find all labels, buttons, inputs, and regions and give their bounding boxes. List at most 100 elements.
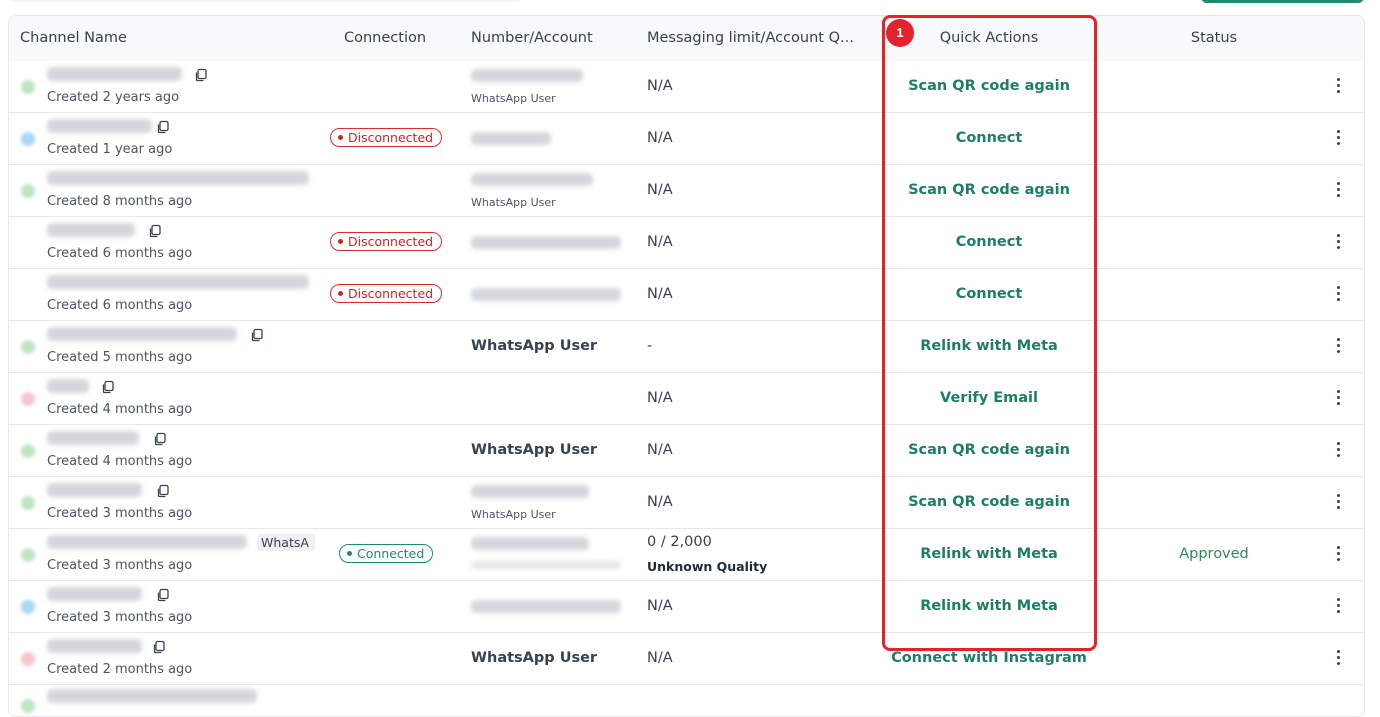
quick-action-link[interactable]: Connect <box>886 234 1092 250</box>
more-vertical-icon[interactable] <box>1335 286 1341 302</box>
header-messaging-limit[interactable]: Messaging limit/Account Q... <box>647 16 859 61</box>
more-vertical-icon[interactable] <box>1335 182 1341 198</box>
table-row-partial[interactable] <box>9 685 1364 716</box>
table-row[interactable]: Created 4 months ago N/A Verify Email <box>9 373 1364 425</box>
header-channel-name[interactable]: Channel Name <box>20 16 127 61</box>
more-vertical-icon[interactable] <box>1335 598 1341 614</box>
table-row[interactable]: Created 5 months ago WhatsApp User - Relink… <box>9 321 1364 373</box>
channel-name-redacted <box>47 119 152 133</box>
channel-created-date: Created 6 months ago <box>47 298 193 313</box>
channel-avatar <box>21 80 35 94</box>
more-vertical-icon[interactable] <box>1335 546 1341 562</box>
account-name: WhatsApp User <box>471 442 598 458</box>
quick-action-link[interactable]: Relink with Meta <box>886 338 1092 354</box>
table-row[interactable]: Created 2 years ago WhatsApp User N/A Scan … <box>9 61 1364 113</box>
channel-created-date: Created 3 months ago <box>47 610 193 625</box>
more-vertical-icon[interactable] <box>1335 234 1341 250</box>
channel-name-redacted <box>47 587 142 601</box>
quick-action-link[interactable]: Scan QR code again <box>886 442 1092 458</box>
more-vertical-icon[interactable] <box>1335 442 1341 458</box>
account-number-redacted <box>471 288 621 301</box>
add-channel-button-edge[interactable] <box>1201 0 1364 3</box>
connection-status-label: Disconnected <box>348 234 434 249</box>
channel-name-redacted <box>47 689 257 703</box>
account-number-redacted <box>471 485 589 498</box>
header-quick-actions: Quick Actions <box>939 30 1039 46</box>
header-connection[interactable]: Connection <box>344 16 426 61</box>
more-vertical-icon[interactable] <box>1335 78 1341 94</box>
more-vertical-icon[interactable] <box>1335 130 1341 146</box>
connection-status-badge: Disconnected <box>330 284 443 303</box>
quick-action-link[interactable]: Verify Email <box>886 390 1092 406</box>
header-status[interactable]: Status <box>1114 16 1314 61</box>
account-name: WhatsApp User <box>471 338 598 354</box>
quick-action-link[interactable]: Connect <box>886 130 1092 146</box>
account-number-redacted <box>471 69 583 82</box>
account-quality-label: Unknown Quality <box>647 559 768 574</box>
connection-status-label: Connected <box>357 546 425 561</box>
status-dot <box>347 551 352 556</box>
account-number-redacted <box>471 132 551 145</box>
channel-avatar <box>21 444 35 458</box>
quick-action-link[interactable]: Relink with Meta <box>886 598 1092 614</box>
table-row[interactable]: Created 8 months ago WhatsApp User N/A Scan… <box>9 165 1364 217</box>
copy-icon[interactable] <box>156 588 170 602</box>
messaging-limit-value: N/A <box>647 78 673 94</box>
channel-name-redacted <box>47 67 182 81</box>
more-vertical-icon[interactable] <box>1335 494 1341 510</box>
quick-action-link[interactable]: Scan QR code again <box>886 494 1092 510</box>
account-number-redacted <box>471 600 621 613</box>
table-row[interactable]: Created 3 months ago N/A Relink with Meta <box>9 581 1364 633</box>
messaging-limit-value: N/A <box>647 650 673 666</box>
quick-action-link[interactable]: Connect with Instagram <box>886 650 1092 666</box>
copy-icon[interactable] <box>156 484 170 498</box>
channel-name-redacted <box>47 223 135 237</box>
table-row[interactable]: Created 4 months ago WhatsApp User N/A Scan… <box>9 425 1364 477</box>
table-row[interactable]: WhatsA Created 3 months ago Connected 0 / 2… <box>9 529 1364 581</box>
channel-name-redacted <box>47 483 142 497</box>
quick-action-link[interactable]: Connect <box>886 286 1092 302</box>
messaging-limit-value: - <box>647 338 653 354</box>
account-number-redacted <box>471 236 621 249</box>
more-vertical-icon[interactable] <box>1335 338 1341 354</box>
channel-created-date: Created 2 months ago <box>47 662 193 677</box>
table-row[interactable]: Created 6 months ago Disconnected N/A Conne… <box>9 217 1364 269</box>
copy-icon[interactable] <box>250 328 264 342</box>
annotation-marker: 1 <box>886 19 914 47</box>
messaging-limit-value: N/A <box>647 286 673 302</box>
connection-status-label: Disconnected <box>348 130 434 145</box>
connection-status-badge: Disconnected <box>330 128 443 147</box>
copy-icon[interactable] <box>194 68 208 82</box>
channel-name-redacted <box>47 535 247 549</box>
table-row[interactable]: Created 2 months ago WhatsApp User N/A Conn… <box>9 633 1364 685</box>
copy-icon[interactable] <box>152 640 166 654</box>
copy-icon[interactable] <box>153 432 167 446</box>
channel-name-redacted <box>47 431 139 445</box>
copy-icon[interactable] <box>148 224 162 238</box>
quick-action-link[interactable]: Scan QR code again <box>886 78 1092 94</box>
channel-avatar <box>21 236 35 250</box>
channel-avatar <box>21 652 35 666</box>
table-row[interactable]: Created 6 months ago Disconnected N/A Conne… <box>9 269 1364 321</box>
header-number-account[interactable]: Number/Account <box>471 16 593 61</box>
search-field-edge[interactable] <box>8 0 522 2</box>
table-row[interactable]: Created 3 months ago WhatsApp User N/A Scan… <box>9 477 1364 529</box>
copy-icon[interactable] <box>156 120 170 134</box>
account-name: WhatsApp User <box>471 650 598 666</box>
channel-name-redacted <box>47 379 89 393</box>
copy-icon[interactable] <box>101 380 115 394</box>
more-vertical-icon[interactable] <box>1335 650 1341 666</box>
channel-avatar <box>21 600 35 614</box>
account-type-label: WhatsApp User <box>471 196 556 209</box>
more-vertical-icon[interactable] <box>1335 390 1341 406</box>
quick-action-link[interactable]: Scan QR code again <box>886 182 1092 198</box>
channel-avatar <box>21 288 35 302</box>
table-row[interactable]: Created 1 year ago Disconnected N/A Connect <box>9 113 1364 165</box>
channel-avatar <box>21 184 35 198</box>
channel-avatar <box>21 496 35 510</box>
messaging-limit-value: N/A <box>647 442 673 458</box>
approval-status: Approved <box>1179 546 1249 562</box>
channel-avatar <box>21 132 35 146</box>
quick-action-link[interactable]: Relink with Meta <box>886 546 1092 562</box>
messaging-limit-value: N/A <box>647 130 673 146</box>
